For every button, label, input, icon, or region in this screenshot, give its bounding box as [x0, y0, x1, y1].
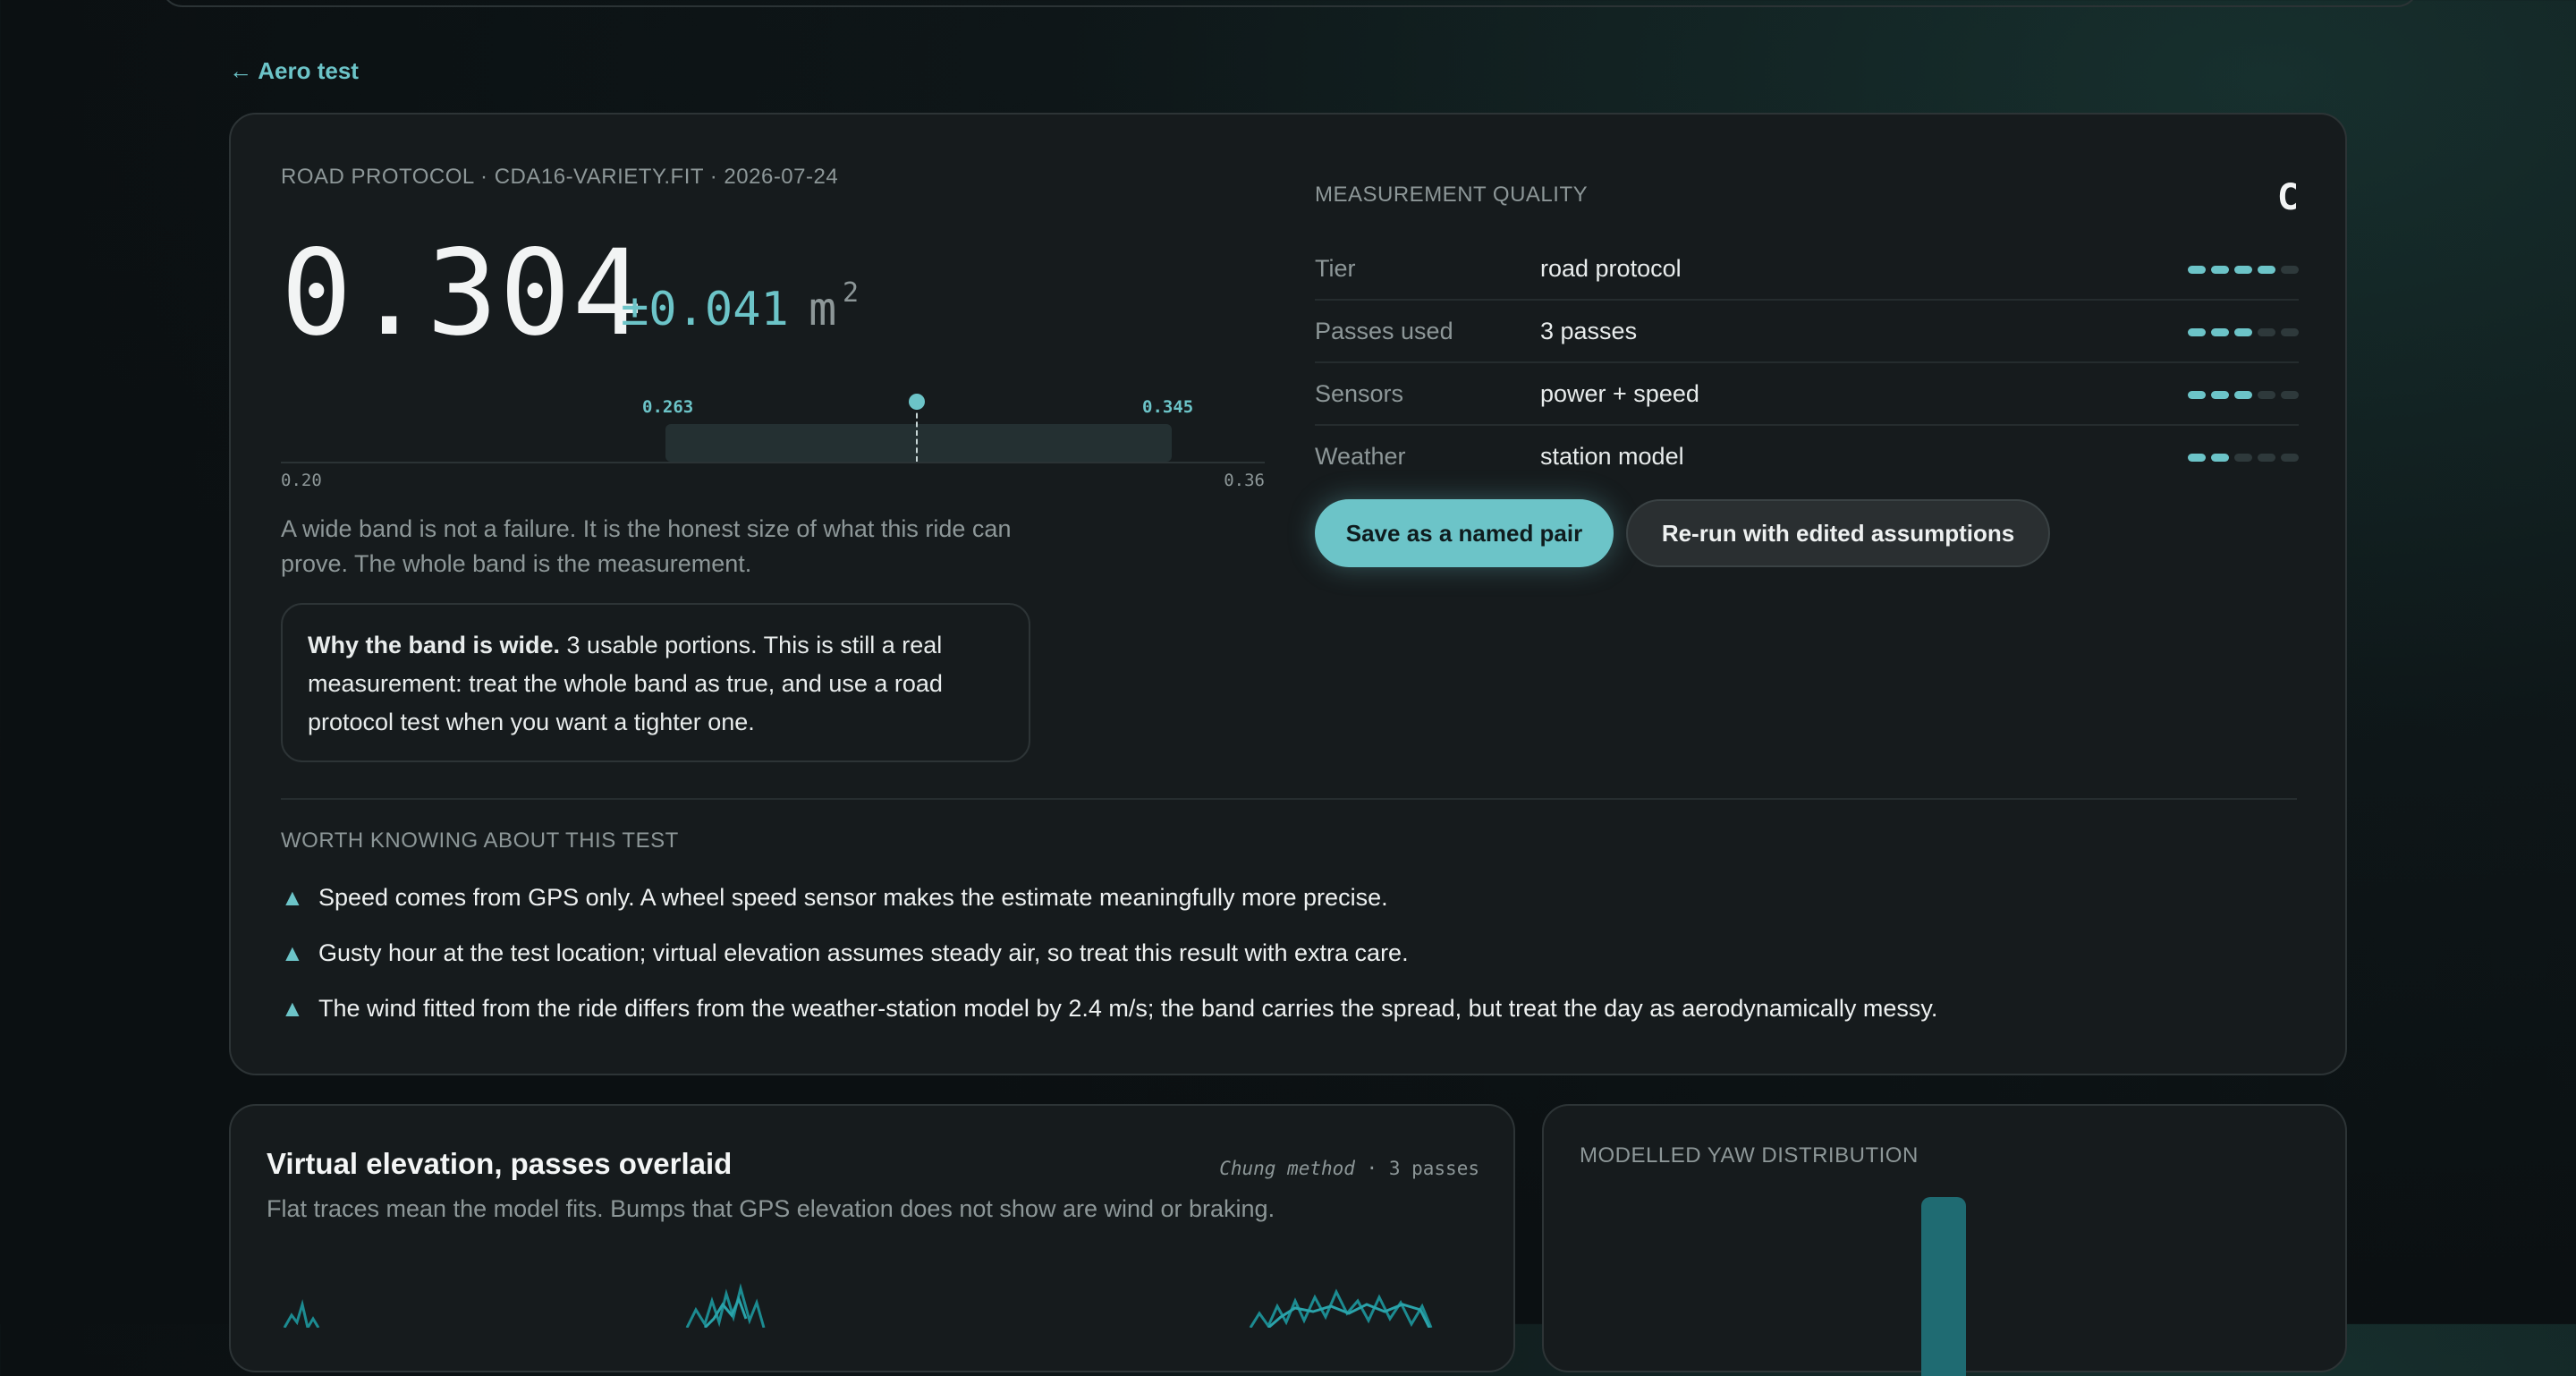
note-text: Speed comes from GPS only. A wheel speed… — [318, 883, 1388, 911]
axis-max-label: 0.36 — [1224, 471, 1265, 490]
cda-unit: m — [809, 283, 837, 336]
warning-triangle-icon: ▲ — [281, 994, 304, 1022]
quality-pip — [2188, 391, 2206, 399]
quality-pip — [2258, 391, 2275, 399]
cda-uncertainty: ±0.041 — [621, 283, 789, 336]
ve-meta: Chung method · 3 passes — [1219, 1158, 1479, 1179]
quality-row-label: Sensors — [1315, 379, 1404, 407]
quality-meter — [2188, 454, 2299, 462]
cda-unit-exponent: 2 — [843, 277, 860, 309]
quality-row-label: Weather — [1315, 442, 1406, 470]
test-meta: ROAD PROTOCOL · CDA16-VARIETY.FIT · 2026… — [281, 165, 839, 189]
measurement-quality-panel: MEASUREMENT QUALITY C Tier road protocol… — [1315, 168, 2299, 487]
quality-row-label: Passes used — [1315, 317, 1453, 344]
yaw-distribution-card: MODELLED YAW DISTRIBUTION — [1542, 1104, 2347, 1376]
quality-pip — [2258, 328, 2275, 336]
list-item: ▲ Speed comes from GPS only. A wheel spe… — [281, 870, 2293, 925]
band-axis — [281, 462, 1265, 463]
quality-pip — [2188, 328, 2206, 336]
quality-pip — [2281, 454, 2299, 462]
top-navigation-shell — [161, 0, 2419, 7]
ve-pass-trace — [283, 1299, 320, 1328]
yaw-histogram-bar — [1921, 1197, 1966, 1376]
notes-list: ▲ Speed comes from GPS only. A wheel spe… — [281, 870, 2293, 1036]
list-item: ▲ The wind fitted from the ride differs … — [281, 981, 2293, 1036]
ve-passes: 3 passes — [1388, 1158, 1479, 1179]
cda-value: 0.304 — [281, 225, 646, 362]
back-to-aero-test-link[interactable]: ← Aero test — [229, 57, 359, 85]
quality-pip — [2281, 266, 2299, 274]
quality-pip — [2234, 391, 2252, 399]
quality-pip — [2234, 328, 2252, 336]
warning-triangle-icon: ▲ — [281, 883, 304, 911]
quality-pip — [2258, 454, 2275, 462]
band-high-label: 0.345 — [1142, 397, 1194, 417]
save-named-pair-button[interactable]: Save as a named pair — [1315, 499, 1614, 567]
warning-triangle-icon: ▲ — [281, 939, 304, 966]
quality-pip — [2258, 266, 2275, 274]
quality-meter — [2188, 328, 2299, 336]
quality-meter — [2188, 266, 2299, 274]
quality-pip — [2211, 266, 2229, 274]
virtual-elevation-chart — [283, 1283, 1433, 1328]
quality-row-tier: Tier road protocol — [1315, 238, 2299, 301]
why-band-wide-callout: Why the band is wide. 3 usable portions.… — [281, 603, 1030, 762]
quality-pip — [2211, 328, 2229, 336]
result-card: ROAD PROTOCOL · CDA16-VARIETY.FIT · 2026… — [229, 113, 2347, 1075]
quality-pip — [2211, 454, 2229, 462]
quality-row-sensors: Sensors power + speed — [1315, 363, 2299, 426]
why-band-title: Why the band is wide. — [308, 632, 561, 658]
yaw-title: MODELLED YAW DISTRIBUTION — [1580, 1143, 1919, 1168]
quality-row-weather: Weather station model — [1315, 426, 2299, 487]
quality-grade: C — [2276, 177, 2299, 218]
quality-row-passes: Passes used 3 passes — [1315, 301, 2299, 363]
list-item: ▲ Gusty hour at the test location; virtu… — [281, 925, 2293, 981]
quality-row-value: road protocol — [1540, 254, 1682, 282]
section-divider — [281, 798, 2297, 800]
note-text: The wind fitted from the ride differs fr… — [318, 994, 1938, 1022]
quality-pip — [2281, 391, 2299, 399]
band-low-label: 0.263 — [642, 397, 694, 417]
virtual-elevation-card: Virtual elevation, passes overlaid Chung… — [229, 1104, 1515, 1372]
note-text: Gusty hour at the test location; virtual… — [318, 939, 1409, 966]
quality-row-label: Tier — [1315, 254, 1356, 282]
estimate-marker-line — [916, 404, 918, 462]
quality-row-value: power + speed — [1540, 379, 1699, 407]
quality-pip — [2211, 391, 2229, 399]
quality-pip — [2188, 266, 2206, 274]
ve-subtitle: Flat traces mean the model fits. Bumps t… — [267, 1195, 1275, 1222]
band-explanation: A wide band is not a failure. It is the … — [281, 515, 1012, 577]
quality-pip — [2234, 266, 2252, 274]
quality-meter — [2188, 391, 2299, 399]
quality-row-value: station model — [1540, 442, 1684, 470]
ve-title: Virtual elevation, passes overlaid — [267, 1147, 733, 1180]
quality-title: MEASUREMENT QUALITY — [1315, 183, 1589, 207]
estimate-marker-dot — [909, 394, 925, 410]
quality-row-value: 3 passes — [1540, 317, 1638, 344]
uncertainty-band — [665, 424, 1172, 462]
uncertainty-band-chart: 0.263 0.345 0.20 0.36 — [281, 394, 1265, 492]
quality-pip — [2188, 454, 2206, 462]
rerun-assumptions-button[interactable]: Re-run with edited assumptions — [1626, 499, 2050, 567]
quality-pip — [2281, 328, 2299, 336]
axis-min-label: 0.20 — [281, 471, 322, 490]
ve-method: Chung method — [1219, 1158, 1355, 1179]
quality-pip — [2234, 454, 2252, 462]
notes-title: WORTH KNOWING ABOUT THIS TEST — [281, 828, 679, 853]
